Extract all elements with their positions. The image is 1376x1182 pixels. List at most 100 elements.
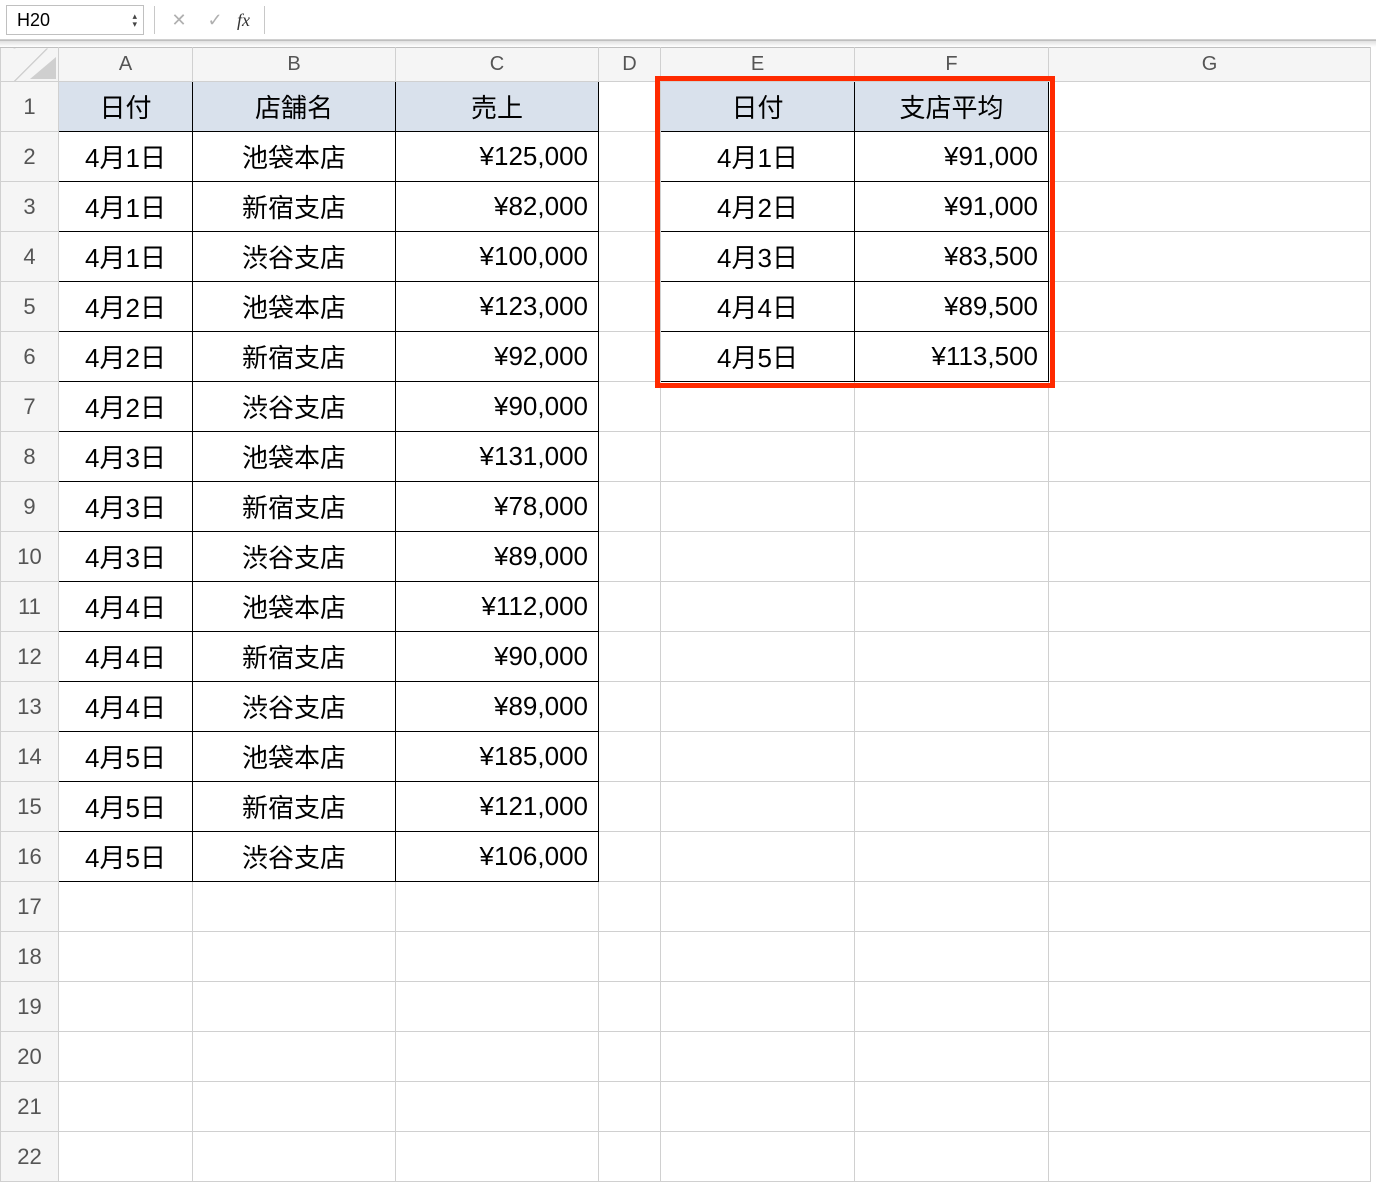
cell-B2[interactable]: 池袋本店	[193, 132, 396, 182]
cell-C15[interactable]: ¥121,000	[396, 782, 599, 832]
cell-G3[interactable]	[1049, 182, 1371, 232]
cell-E6[interactable]: 4月5日	[661, 332, 855, 382]
row-header-11[interactable]: 11	[1, 582, 59, 632]
cell-G18[interactable]	[1049, 932, 1371, 982]
cell-B21[interactable]	[193, 1082, 396, 1132]
cell-B19[interactable]	[193, 982, 396, 1032]
cell-C8[interactable]: ¥131,000	[396, 432, 599, 482]
cell-C19[interactable]	[396, 982, 599, 1032]
cell-C11[interactable]: ¥112,000	[396, 582, 599, 632]
cell-A2[interactable]: 4月1日	[59, 132, 193, 182]
cell-E22[interactable]	[661, 1132, 855, 1182]
cell-C2[interactable]: ¥125,000	[396, 132, 599, 182]
cell-E5[interactable]: 4月4日	[661, 282, 855, 332]
row-header-20[interactable]: 20	[1, 1032, 59, 1082]
cell-A15[interactable]: 4月5日	[59, 782, 193, 832]
cell-F11[interactable]	[855, 582, 1049, 632]
cell-G21[interactable]	[1049, 1082, 1371, 1132]
cell-A10[interactable]: 4月3日	[59, 532, 193, 582]
cell-F12[interactable]	[855, 632, 1049, 682]
column-header-A[interactable]: A	[59, 48, 193, 82]
cell-G17[interactable]	[1049, 882, 1371, 932]
cell-B11[interactable]: 池袋本店	[193, 582, 396, 632]
cell-G8[interactable]	[1049, 432, 1371, 482]
cell-E14[interactable]	[661, 732, 855, 782]
cell-E10[interactable]	[661, 532, 855, 582]
fx-label[interactable]: fx	[237, 10, 250, 31]
cell-B7[interactable]: 渋谷支店	[193, 382, 396, 432]
cell-B22[interactable]	[193, 1132, 396, 1182]
cell-C3[interactable]: ¥82,000	[396, 182, 599, 232]
cell-G9[interactable]	[1049, 482, 1371, 532]
cell-B9[interactable]: 新宿支店	[193, 482, 396, 532]
cell-C18[interactable]	[396, 932, 599, 982]
cell-F5[interactable]: ¥89,500	[855, 282, 1049, 332]
cell-B13[interactable]: 渋谷支店	[193, 682, 396, 732]
column-header-B[interactable]: B	[193, 48, 396, 82]
cell-D7[interactable]	[599, 382, 661, 432]
cell-F17[interactable]	[855, 882, 1049, 932]
column-header-C[interactable]: C	[396, 48, 599, 82]
cell-D6[interactable]	[599, 332, 661, 382]
cell-D8[interactable]	[599, 432, 661, 482]
cell-G20[interactable]	[1049, 1032, 1371, 1082]
cell-D22[interactable]	[599, 1132, 661, 1182]
cell-A1[interactable]: 日付	[59, 82, 193, 132]
cell-B14[interactable]: 池袋本店	[193, 732, 396, 782]
cell-C14[interactable]: ¥185,000	[396, 732, 599, 782]
chevron-down-icon[interactable]: ▾	[132, 20, 137, 28]
select-all-corner[interactable]	[1, 48, 59, 82]
cell-C5[interactable]: ¥123,000	[396, 282, 599, 332]
name-box[interactable]: H20 ▴ ▾	[6, 5, 144, 35]
cell-F20[interactable]	[855, 1032, 1049, 1082]
cell-C7[interactable]: ¥90,000	[396, 382, 599, 432]
row-header-12[interactable]: 12	[1, 632, 59, 682]
row-header-22[interactable]: 22	[1, 1132, 59, 1182]
row-header-10[interactable]: 10	[1, 532, 59, 582]
cell-G12[interactable]	[1049, 632, 1371, 682]
cell-G10[interactable]	[1049, 532, 1371, 582]
cell-A17[interactable]	[59, 882, 193, 932]
cell-C12[interactable]: ¥90,000	[396, 632, 599, 682]
cell-A12[interactable]: 4月4日	[59, 632, 193, 682]
row-header-7[interactable]: 7	[1, 382, 59, 432]
cell-B18[interactable]	[193, 932, 396, 982]
cell-D15[interactable]	[599, 782, 661, 832]
cell-A21[interactable]	[59, 1082, 193, 1132]
cell-D9[interactable]	[599, 482, 661, 532]
cell-F2[interactable]: ¥91,000	[855, 132, 1049, 182]
cell-A18[interactable]	[59, 932, 193, 982]
row-header-3[interactable]: 3	[1, 182, 59, 232]
row-header-16[interactable]: 16	[1, 832, 59, 882]
cell-G5[interactable]	[1049, 282, 1371, 332]
row-header-2[interactable]: 2	[1, 132, 59, 182]
name-box-stepper[interactable]: ▴ ▾	[132, 12, 137, 28]
cell-F10[interactable]	[855, 532, 1049, 582]
cell-E7[interactable]	[661, 382, 855, 432]
cell-D12[interactable]	[599, 632, 661, 682]
cell-D4[interactable]	[599, 232, 661, 282]
cell-D17[interactable]	[599, 882, 661, 932]
cell-D13[interactable]	[599, 682, 661, 732]
cell-E8[interactable]	[661, 432, 855, 482]
cell-F8[interactable]	[855, 432, 1049, 482]
cell-D14[interactable]	[599, 732, 661, 782]
cell-G16[interactable]	[1049, 832, 1371, 882]
cell-G6[interactable]	[1049, 332, 1371, 382]
cell-B12[interactable]: 新宿支店	[193, 632, 396, 682]
cell-B8[interactable]: 池袋本店	[193, 432, 396, 482]
row-header-13[interactable]: 13	[1, 682, 59, 732]
cell-D1[interactable]	[599, 82, 661, 132]
cell-D10[interactable]	[599, 532, 661, 582]
column-header-G[interactable]: G	[1049, 48, 1371, 82]
cell-B1[interactable]: 店舗名	[193, 82, 396, 132]
cell-C9[interactable]: ¥78,000	[396, 482, 599, 532]
cell-A7[interactable]: 4月2日	[59, 382, 193, 432]
row-header-5[interactable]: 5	[1, 282, 59, 332]
row-header-21[interactable]: 21	[1, 1082, 59, 1132]
cell-A6[interactable]: 4月2日	[59, 332, 193, 382]
cell-E13[interactable]	[661, 682, 855, 732]
cell-G11[interactable]	[1049, 582, 1371, 632]
cell-E17[interactable]	[661, 882, 855, 932]
cell-F13[interactable]	[855, 682, 1049, 732]
